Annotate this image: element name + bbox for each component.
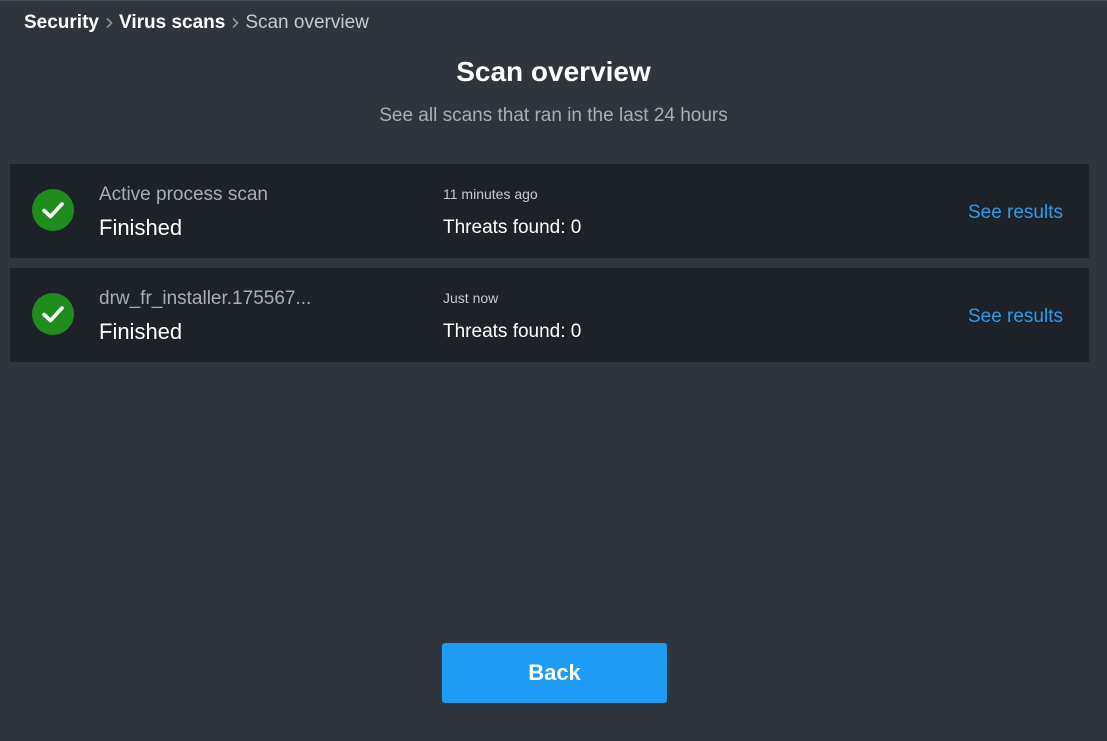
scan-list: Active process scan Finished 11 minutes …	[10, 164, 1089, 372]
chevron-right-icon	[225, 11, 245, 35]
breadcrumb: Security Virus scans Scan overview	[24, 11, 369, 35]
scan-card: Active process scan Finished 11 minutes …	[10, 164, 1089, 258]
see-results-link[interactable]: See results	[968, 201, 1063, 225]
checkmark-icon	[32, 189, 74, 231]
scan-name: drw_fr_installer.175567...	[99, 288, 312, 309]
see-results-link[interactable]: See results	[968, 305, 1063, 329]
scan-threats: Threats found: 0	[443, 321, 582, 342]
page-title: Scan overview	[456, 56, 651, 87]
top-divider	[0, 0, 1107, 1]
breadcrumb-virus-scans[interactable]: Virus scans	[119, 11, 225, 35]
chevron-right-icon	[99, 11, 119, 35]
scan-card: drw_fr_installer.175567... Finished Just…	[10, 268, 1089, 362]
scan-status: Finished	[99, 215, 183, 240]
page-subtitle: See all scans that ran in the last 24 ho…	[379, 105, 728, 126]
back-button[interactable]: Back	[442, 643, 667, 703]
scan-time: 11 minutes ago	[443, 186, 538, 202]
scan-time: Just now	[443, 290, 499, 306]
scan-threats: Threats found: 0	[443, 217, 582, 238]
breadcrumb-security[interactable]: Security	[24, 11, 99, 35]
breadcrumb-scan-overview: Scan overview	[245, 12, 369, 33]
checkmark-icon	[32, 293, 74, 335]
scan-name: Active process scan	[99, 184, 268, 205]
scan-status: Finished	[99, 319, 183, 344]
